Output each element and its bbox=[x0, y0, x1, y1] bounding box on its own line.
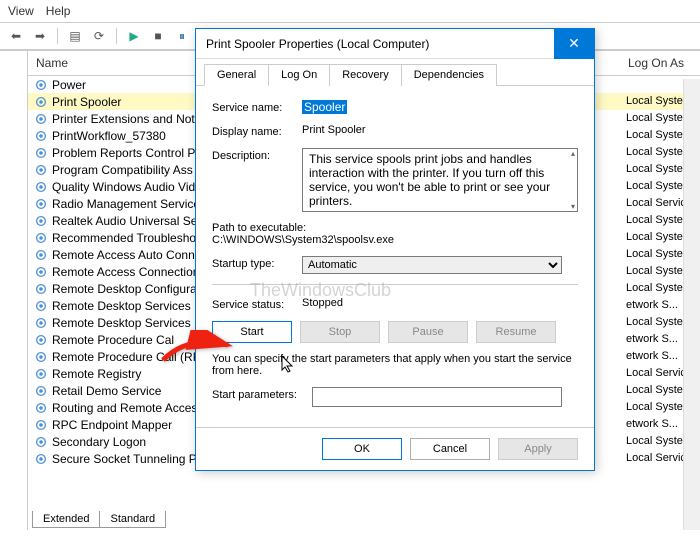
menubar: View Help bbox=[0, 0, 700, 22]
tab-general[interactable]: General bbox=[204, 64, 269, 86]
column-header-logon[interactable]: Log On As bbox=[620, 51, 700, 76]
tree-pane bbox=[0, 51, 28, 530]
dialog-title: Print Spooler Properties (Local Computer… bbox=[206, 37, 429, 51]
label-display-name: Display name: bbox=[212, 124, 302, 138]
stop-button: Stop bbox=[300, 321, 380, 343]
label-startup-type: Startup type: bbox=[212, 256, 302, 270]
description-box[interactable]: This service spools print jobs and handl… bbox=[302, 148, 578, 212]
menu-view[interactable]: View bbox=[8, 4, 34, 18]
value-path: C:\WINDOWS\System32\spoolsv.exe bbox=[212, 234, 578, 246]
toolbar-back-icon[interactable]: ⬅ bbox=[6, 26, 26, 46]
cancel-button[interactable]: Cancel bbox=[410, 438, 490, 460]
vertical-scrollbar[interactable] bbox=[683, 79, 700, 530]
tab-recovery[interactable]: Recovery bbox=[329, 64, 401, 86]
ok-button[interactable]: OK bbox=[322, 438, 402, 460]
properties-dialog: Print Spooler Properties (Local Computer… bbox=[195, 28, 595, 471]
toolbar-play-icon[interactable]: ▶ bbox=[124, 26, 144, 46]
tab-logon[interactable]: Log On bbox=[268, 64, 330, 86]
label-path: Path to executable: bbox=[212, 222, 578, 234]
toolbar-refresh-icon[interactable]: ⟳ bbox=[89, 26, 109, 46]
dialog-titlebar[interactable]: Print Spooler Properties (Local Computer… bbox=[196, 29, 594, 59]
label-description: Description: bbox=[212, 148, 302, 162]
tab-extended[interactable]: Extended bbox=[32, 511, 100, 528]
note-text: You can specify the start parameters tha… bbox=[212, 353, 578, 377]
toolbar-up-icon[interactable]: ▤ bbox=[65, 26, 85, 46]
value-service-name: Spooler bbox=[302, 100, 347, 114]
startup-type-select[interactable]: Automatic bbox=[302, 256, 562, 274]
annotation-arrow bbox=[158, 330, 238, 373]
toolbar-forward-icon[interactable]: ➡ bbox=[30, 26, 50, 46]
menu-help[interactable]: Help bbox=[46, 4, 71, 18]
tab-dependencies[interactable]: Dependencies bbox=[401, 64, 497, 86]
value-status: Stopped bbox=[302, 297, 578, 309]
label-status: Service status: bbox=[212, 297, 302, 311]
close-icon[interactable]: ✕ bbox=[554, 29, 594, 59]
pause-button: Pause bbox=[388, 321, 468, 343]
cursor-icon bbox=[280, 354, 296, 379]
resume-button: Resume bbox=[476, 321, 556, 343]
value-display-name: Print Spooler bbox=[302, 124, 578, 136]
tab-standard[interactable]: Standard bbox=[100, 511, 166, 528]
start-params-input[interactable] bbox=[312, 387, 562, 407]
label-service-name: Service name: bbox=[212, 100, 302, 114]
toolbar-stop-btn-icon[interactable]: ■ bbox=[148, 26, 168, 46]
toolbar-pause-icon[interactable]: ⏸ bbox=[172, 26, 192, 46]
apply-button: Apply bbox=[498, 438, 578, 460]
label-start-params: Start parameters: bbox=[212, 387, 312, 401]
